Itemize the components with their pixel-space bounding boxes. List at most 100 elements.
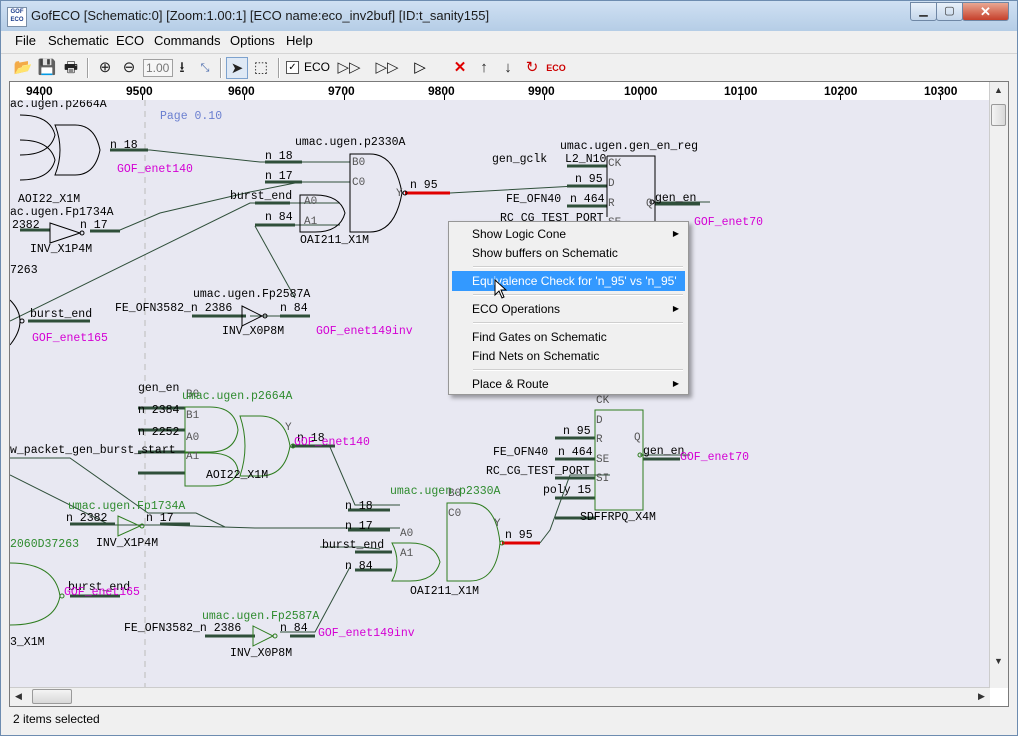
gof-net-label: GOF_enet140 [117,163,193,176]
zoom-apply-icon[interactable]: ⭳ [171,57,193,79]
gate-type-label: INV_X0P8M [222,325,284,338]
select-pointer-icon[interactable]: ➤ [226,57,248,79]
gate-type-label: INV_X1P4M [96,537,158,550]
vertical-scrollbar[interactable]: ▲ ▼ [989,82,1008,688]
zoom-fit-icon[interactable]: ⤡ [194,57,216,79]
menu-separator [473,266,683,268]
menu-commands[interactable]: Commands [154,33,220,48]
zoom-input[interactable]: 1.00 [143,59,173,77]
move-down-icon[interactable]: ↓ [497,57,519,79]
toolbar-separator [220,58,222,78]
status-bar: 2 items selected [1,709,1017,735]
net-label: n 2382 [66,512,108,525]
gof-net-label: GOF_enet70 [680,451,749,464]
eco-undo-icon[interactable]: ↻ [521,57,543,79]
net-label: n 95 [410,179,438,192]
svg-text:Q: Q [634,432,641,444]
scroll-right-icon[interactable]: ▶ [973,688,990,705]
svg-text:D: D [596,415,603,427]
menu-eco[interactable]: ECO [116,33,144,48]
window-title: GofECO [Schematic:0] [Zoom:1.00:1] [ECO … [31,8,490,23]
horizontal-scrollbar[interactable]: ◀ ▶ [10,687,990,706]
minimize-button[interactable]: ▁ [910,2,937,21]
save-icon[interactable]: 💾 [36,57,58,79]
net-label: L2_N10 [565,153,607,166]
gof-net-label: GOF_enet70 [694,216,763,229]
scroll-down-icon[interactable]: ▼ [990,653,1007,670]
eco-save-icon[interactable]: ECO [545,57,567,79]
net-label: n 17 [146,512,174,525]
move-up-icon[interactable]: ↑ [473,57,495,79]
net-label: FE_OFN40 [493,446,548,459]
net-label: n 84 [265,211,293,224]
title-bar[interactable]: GOF ECO GofECO [Schematic:0] [Zoom:1.00:… [1,1,1017,31]
zoom-in-icon[interactable]: ⊕ [94,57,116,79]
cell-label: umac.ugen.Fp2587A [202,610,319,623]
print-icon[interactable]: 🖶 [60,57,82,79]
svg-text:CK: CK [596,395,610,407]
menu-help[interactable]: Help [286,33,313,48]
cell-label: umac.ugen.p2330A [390,485,501,498]
ruler-tick-label: 9400 [26,84,53,98]
ruler-tick-label: 9800 [428,84,455,98]
menu-item-label: Place & Route [472,377,549,391]
net-label: 7263 [10,264,38,277]
svg-text:C0: C0 [352,177,365,189]
gate-type-label: AOI22_X1M [18,193,80,206]
gate-type-label: OAI211_X1M [410,585,479,598]
app-icon: GOF ECO [7,7,27,27]
net-label: RC_CG_TEST_PORT [486,465,590,478]
ruler-tick-label: 9600 [228,84,255,98]
open-folder-icon[interactable]: 📂 [12,57,34,79]
gof-net-label: GOF_enet165 [32,332,108,345]
maximize-button[interactable]: ▢ [936,2,963,21]
insert-buffer-icon[interactable]: ▷▷ [333,57,365,79]
menu-item-find-gates[interactable]: Find Gates on Schematic [452,327,685,347]
net-label: burst_end [30,308,92,321]
net-label: w_packet_gen_burst_start [10,444,176,457]
delete-icon[interactable]: ✕ [449,57,471,79]
net-label: FE_OFN3582_n 2386 [115,302,232,315]
menu-file[interactable]: File [15,33,36,48]
close-button[interactable]: ✕ [962,2,1009,21]
svg-text:A1: A1 [304,216,318,228]
horizontal-scroll-thumb[interactable] [32,689,72,704]
toolbar-separator [87,58,89,78]
cell-label: umac.ugen.Fp1734A [68,500,185,513]
menu-item-show-buffers[interactable]: Show buffers on Schematic [452,243,685,263]
svg-text:R: R [596,434,603,446]
gof-net-label: GOF_enet149inv [316,325,413,338]
eco-checkbox[interactable]: ✓ [286,61,299,74]
net-label: n 464 [558,446,593,459]
menu-item-equivalence-check[interactable]: Equivalence Check for 'n_95' vs 'n_95' [452,271,685,291]
insert-gate-icon[interactable]: ▷▷ [371,57,403,79]
app-window: GOF ECO GofECO [Schematic:0] [Zoom:1.00:… [0,0,1018,736]
menu-item-show-logic-cone[interactable]: Show Logic Cone ▶ [452,224,685,244]
scroll-up-icon[interactable]: ▲ [990,82,1007,99]
net-label: n 17 [80,219,108,232]
vertical-scroll-thumb[interactable] [991,104,1006,126]
cell-label: umac.ugen.p2330A [295,136,406,149]
menu-item-label: Show Logic Cone [472,227,567,241]
svg-text:CK: CK [608,158,622,170]
context-menu: Show Logic Cone ▶ Show buffers on Schemat… [448,221,689,395]
net-label: n 18 [345,500,373,513]
net-label: n 95 [563,425,591,438]
menu-item-eco-operations[interactable]: ECO Operations ▶ [452,299,685,319]
gate-type-label: INV_X1P4M [30,243,92,256]
add-gate-icon[interactable]: ▷ [409,57,431,79]
menu-separator [473,369,683,371]
menu-options[interactable]: Options [230,33,275,48]
net-label: n 18 [110,139,138,152]
menu-item-find-nets[interactable]: Find Nets on Schematic [452,346,685,366]
menu-item-place-route[interactable]: Place & Route ▶ [452,374,685,394]
scroll-left-icon[interactable]: ◀ [10,688,27,705]
svg-text:B1: B1 [186,410,200,422]
select-area-icon[interactable]: ⬚ [250,57,272,79]
net-label: n 17 [345,520,373,533]
gate-type-label: SDFFRPQ_X4M [580,511,656,524]
zoom-out-icon[interactable]: ⊖ [118,57,140,79]
toolbar-separator [278,58,280,78]
menu-schematic[interactable]: Schematic [48,33,109,48]
menu-separator [473,322,683,324]
